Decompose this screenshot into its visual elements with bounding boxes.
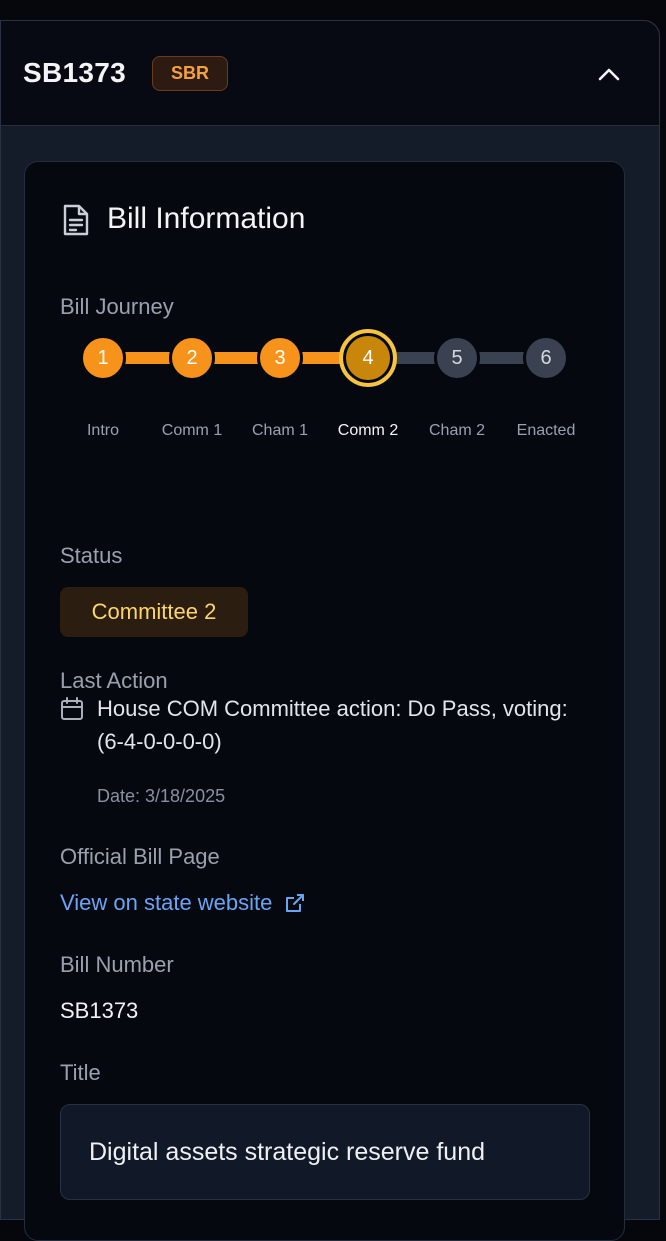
calendar-icon [61, 697, 83, 720]
bill-title-box: Digital assets strategic reserve fund [60, 1104, 590, 1200]
journey-step-label: Intro [86, 422, 119, 439]
bill-number-value: SB1373 [60, 998, 139, 1023]
last-action-date: Date: 3/18/2025 [97, 786, 226, 806]
bill-panel: SB1373 SBR Bill Information Bill Journey… [0, 20, 660, 1241]
bill-id: SB1373 [23, 57, 126, 88]
bill-header[interactable]: SB1373 SBR [1, 21, 659, 126]
journey-step-2: 2 [169, 335, 215, 381]
card-title: Bill Information [107, 202, 306, 235]
status-label: Status [60, 543, 123, 568]
title-label: Title [60, 1060, 101, 1085]
state-website-link[interactable]: View on state website [60, 890, 306, 916]
status-badge: Committee 2 [60, 587, 248, 637]
state-website-link-text: View on state website [60, 890, 273, 915]
bill-number-label: Bill Number [60, 952, 174, 977]
bill-info-card: Bill Information Bill Journey 1 Intro 2 Com… [24, 161, 625, 1241]
official-page-label: Official Bill Page [60, 844, 220, 869]
external-link-icon [286, 894, 305, 912]
last-action-label: Last Action [60, 668, 168, 693]
last-action-text: House COM Committee action: Do Pass, vot… [97, 696, 568, 754]
bill-title-value: Digital assets strategic reserve fund [89, 1137, 486, 1166]
journey-step-label: Cham 2 [428, 422, 486, 439]
document-icon [63, 204, 89, 236]
collapse-button[interactable] [591, 59, 627, 89]
journey-step-label: Comm 1 [161, 422, 223, 439]
journey-label: Bill Journey [60, 294, 174, 319]
journey-step-4: 4 [339, 329, 397, 387]
journey-step-5: 5 [434, 335, 480, 381]
journey-step-label: Enacted [516, 422, 576, 439]
journey-step-label: Comm 2 [337, 422, 399, 439]
journey-step-6: 6 [523, 335, 569, 381]
chamber-badge: SBR [152, 56, 228, 91]
journey-step-3: 3 [257, 335, 303, 381]
journey-step-label: Cham 1 [251, 422, 309, 439]
chevron-up-icon [598, 68, 620, 81]
journey-step-1: 1 [80, 335, 126, 381]
